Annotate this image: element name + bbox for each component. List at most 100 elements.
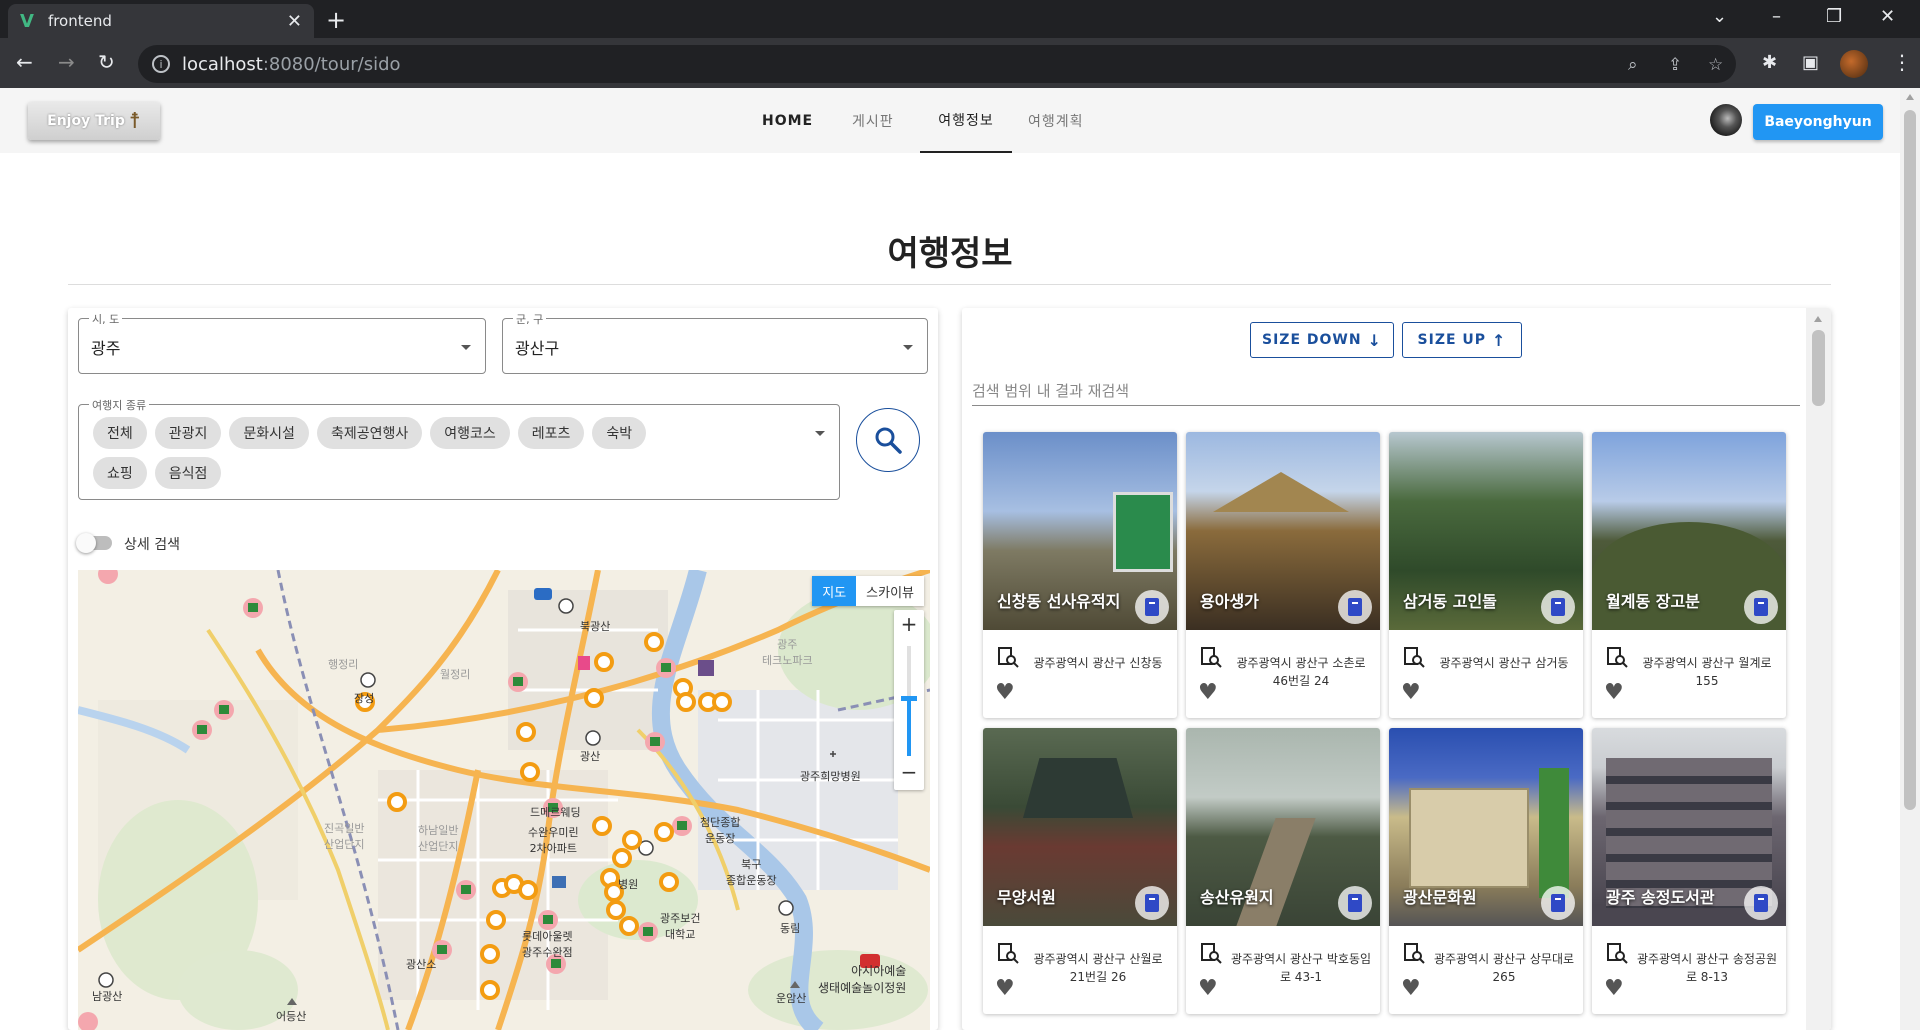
type-select[interactable]: 여행지 종류 전체 관광지 문화시설 축제공연행사 여행코스 레포츠 숙박 쇼핑…	[78, 397, 840, 500]
map-label: 진곡일반 산업단지	[324, 822, 365, 851]
result-search-input[interactable]: 검색 범위 내 결과 재검색	[972, 372, 1800, 406]
size-down-button[interactable]: SIZE DOWN ↓	[1250, 322, 1394, 358]
browser-tab[interactable]: V frontend ✕	[8, 4, 314, 38]
chip-culture[interactable]: 문화시설	[229, 417, 309, 449]
place-card[interactable]: 용아생가 광주광역시 광산구 소촌로46번길 24 ♥	[1186, 432, 1380, 718]
results-scroll-thumb[interactable]	[1812, 330, 1825, 406]
gugun-select[interactable]: 군, 구 광산구	[502, 311, 928, 374]
forward-icon[interactable]: →	[58, 50, 75, 74]
place-address: 광주광역시 광산구 상무대로 265	[1433, 952, 1575, 984]
place-name: 광산문화원	[1403, 888, 1477, 907]
place-card[interactable]: 월계동 장고분 광주광역시 광산구 월계로 155 ♥	[1592, 432, 1786, 718]
bookmark-star-icon[interactable]: ☆	[1708, 55, 1723, 75]
heart-icon[interactable]: ♥	[995, 680, 1015, 705]
close-tab-icon[interactable]: ✕	[287, 11, 302, 32]
page-scroll-thumb[interactable]	[1904, 110, 1916, 810]
chip-attraction[interactable]: 관광지	[154, 417, 222, 449]
minimize-icon[interactable]: –	[1772, 6, 1781, 27]
heart-icon[interactable]: ♥	[1198, 976, 1218, 1001]
nav-trip-plan-label: 여행계획	[1028, 113, 1084, 130]
browser-profile-avatar[interactable]	[1840, 50, 1868, 78]
extensions-icon[interactable]: ✱	[1762, 52, 1777, 73]
zoom-handle[interactable]	[901, 696, 917, 701]
map-search-icon[interactable]	[1606, 646, 1628, 668]
reload-icon[interactable]: ↻	[98, 50, 115, 74]
place-card[interactable]: 광산문화원 광주광역시 광산구 상무대로 265 ♥	[1389, 728, 1583, 1014]
place-card[interactable]: 광주 송정도서관 광주광역시 광산구 송정공원로 8-13 ♥	[1592, 728, 1786, 1014]
place-card[interactable]: 신창동 선사유적지 광주광역시 광산구 신창동 ♥	[983, 432, 1177, 718]
zoom-in-icon[interactable]: +	[894, 612, 924, 636]
user-button[interactable]: Baeyonghyun	[1753, 104, 1883, 140]
nav-home[interactable]: HOME	[762, 88, 813, 153]
scroll-up-icon[interactable]	[1814, 316, 1822, 322]
search-button[interactable]	[856, 408, 920, 472]
map-label: 롯데아울렛 광주수완점	[522, 930, 573, 959]
detail-button[interactable]	[1338, 590, 1372, 624]
back-icon[interactable]: ←	[16, 50, 33, 74]
map-search-icon[interactable]	[1403, 942, 1425, 964]
heart-icon[interactable]: ♥	[1401, 680, 1421, 705]
browser-tab-bar: V frontend ✕ + ⌄ – ❐ ✕	[0, 0, 1920, 38]
detail-button[interactable]	[1541, 590, 1575, 624]
restore-icon[interactable]: ❐	[1826, 6, 1842, 27]
new-tab-icon[interactable]: +	[326, 6, 346, 34]
chip-leports[interactable]: 레포츠	[517, 417, 585, 449]
user-avatar[interactable]	[1710, 104, 1742, 136]
nav-tour-info[interactable]: 여행정보	[920, 88, 1012, 153]
place-card[interactable]: 삼거동 고인돌 광주광역시 광산구 삼거동 ♥	[1389, 432, 1583, 718]
map-search-icon[interactable]	[1403, 646, 1425, 668]
map-label: 첨단종합 운동장	[700, 816, 741, 845]
map-label: 동림	[780, 922, 801, 935]
map-label: 어등산	[276, 1010, 307, 1023]
site-logo[interactable]: Enjoy Trip ☨	[28, 102, 160, 140]
detail-button[interactable]	[1541, 886, 1575, 920]
chip-lodging[interactable]: 숙박	[592, 417, 647, 449]
map-search-icon[interactable]	[997, 646, 1019, 668]
chip-restaurant[interactable]: 음식점	[154, 457, 222, 489]
map-type-skyview[interactable]: 스카이뷰	[856, 576, 924, 606]
detail-button[interactable]	[1338, 886, 1372, 920]
nav-board[interactable]: 게시판	[852, 88, 894, 153]
url-field[interactable]: i localhost:8080/tour/sido ⌕ ⇪ ☆	[138, 45, 1736, 83]
scroll-up-icon[interactable]	[1906, 94, 1914, 100]
side-panel-icon[interactable]: ▣	[1802, 52, 1819, 73]
detail-button[interactable]	[1135, 590, 1169, 624]
results-scrollbar[interactable]	[1806, 308, 1831, 1030]
page-scrollbar[interactable]	[1900, 88, 1920, 1030]
chevron-down-icon	[461, 345, 471, 350]
book-icon	[1754, 598, 1768, 616]
sido-select[interactable]: 시, 도 광주	[78, 311, 486, 374]
place-card[interactable]: 송산유원지 광주광역시 광산구 박호동임로 43-1 ♥	[1186, 728, 1380, 1014]
size-up-button[interactable]: SIZE UP ↑	[1402, 322, 1522, 358]
heart-icon[interactable]: ♥	[995, 976, 1015, 1001]
chip-shopping[interactable]: 쇼핑	[93, 457, 147, 489]
detail-button[interactable]	[1135, 886, 1169, 920]
detail-search-toggle[interactable]	[76, 533, 112, 553]
heart-icon[interactable]: ♥	[1604, 680, 1624, 705]
detail-button[interactable]	[1744, 886, 1778, 920]
chip-festival[interactable]: 축제공연행사	[316, 417, 423, 449]
map-search-icon[interactable]	[997, 942, 1019, 964]
tab-search-icon[interactable]: ⌄	[1712, 6, 1727, 27]
book-icon	[1754, 894, 1768, 912]
zoom-icon[interactable]: ⌕	[1628, 55, 1638, 75]
detail-button[interactable]	[1744, 590, 1778, 624]
map-view[interactable]: 북광산 광산 광주희망병원 드메르웨딩 수완우미린 2차아파트 첨단종합 운동장…	[78, 570, 930, 1030]
browser-menu-icon[interactable]: ⋮	[1892, 50, 1912, 74]
share-icon[interactable]: ⇪	[1668, 55, 1682, 75]
place-card[interactable]: 무양서원 광주광역시 광산구 산월로21번길 26 ♥	[983, 728, 1177, 1014]
map-search-icon[interactable]	[1200, 942, 1222, 964]
chip-course[interactable]: 여행코스	[430, 417, 510, 449]
heart-icon[interactable]: ♥	[1401, 976, 1421, 1001]
chip-all[interactable]: 전체	[93, 417, 147, 449]
map-search-icon[interactable]	[1200, 646, 1222, 668]
site-info-icon[interactable]: i	[152, 55, 170, 73]
heart-icon[interactable]: ♥	[1604, 976, 1624, 1001]
zoom-out-icon[interactable]: −	[894, 760, 924, 784]
heart-icon[interactable]: ♥	[1198, 680, 1218, 705]
toggle-knob[interactable]	[76, 533, 96, 553]
close-window-icon[interactable]: ✕	[1880, 6, 1895, 27]
nav-trip-plan[interactable]: 여행계획	[1028, 88, 1084, 153]
map-search-icon[interactable]	[1606, 942, 1628, 964]
map-type-map[interactable]: 지도	[812, 576, 857, 606]
